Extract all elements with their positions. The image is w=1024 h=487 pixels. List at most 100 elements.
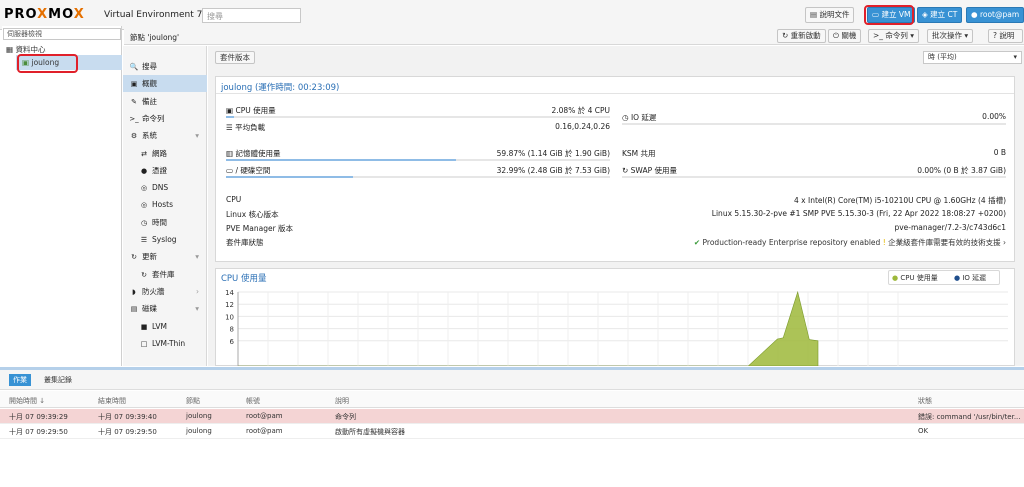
square-icon: ■ xyxy=(140,322,148,331)
menu-item-6[interactable]: ● 憑證 xyxy=(123,162,207,179)
tab-cluster-log[interactable]: 叢集記錄 xyxy=(44,375,72,385)
package-versions-button[interactable]: 套件版本 xyxy=(215,51,255,64)
menu-item-5[interactable]: ⇄ 網路 xyxy=(123,145,207,162)
cpu-model-label: CPU xyxy=(226,195,242,204)
repo-status-label: 套件庫狀態 xyxy=(226,238,264,247)
table-cell: joulong xyxy=(186,427,212,435)
menu-item-9[interactable]: ◷ 時間 xyxy=(123,214,207,231)
reboot-button[interactable]: ↻ 重新啟動 xyxy=(777,29,826,43)
column-header[interactable]: 狀態 xyxy=(918,396,932,406)
column-header[interactable]: 開始時間 ↓ xyxy=(9,396,45,406)
load-label: ☰ 平均負載 xyxy=(226,123,266,132)
menu-item-2[interactable]: ✎ 備註 xyxy=(123,93,207,110)
ksm-value: 0 B xyxy=(993,148,1006,157)
resource-tree-panel xyxy=(2,26,122,366)
square-icon: □ xyxy=(140,339,148,348)
menu-item-4[interactable]: ⚙ 系統 ▾ xyxy=(123,127,207,144)
table-cell: root@pam xyxy=(246,427,283,435)
y-tick-label: 10 xyxy=(225,313,234,321)
terminal-icon: >_ xyxy=(873,31,886,40)
network-icon: ⇄ xyxy=(141,149,147,158)
refresh-icon: ↻ xyxy=(622,166,631,175)
book-icon: ▣ xyxy=(130,80,138,89)
timeframe-select[interactable]: 時 (平均) ▾ xyxy=(923,51,1022,64)
shutdown-button[interactable]: ⏻ 關機 xyxy=(828,29,862,43)
y-tick-label: 14 xyxy=(225,289,234,297)
menu-item-13[interactable]: ◗ 防火牆 › xyxy=(123,283,207,300)
hdd-icon: ▤ xyxy=(130,305,138,314)
legend-item-cpu[interactable]: ● CPU 使用量 xyxy=(892,273,938,283)
table-cell: 十月 07 09:39:40 xyxy=(98,413,157,421)
disk-label: ▭ / 硬碟空間 xyxy=(226,166,271,175)
refresh-icon: ↻ xyxy=(131,253,137,262)
memory-value: 59.87% (1.14 GiB 於 1.90 GiB) xyxy=(496,149,610,158)
y-tick-label: 6 xyxy=(230,338,235,346)
help-button[interactable]: ? 說明 xyxy=(988,29,1023,43)
chevron-right-icon: › xyxy=(1003,238,1006,247)
pve-version-value: pve-manager/7.2-3/c743d6c1 xyxy=(894,223,1006,232)
view-selector[interactable]: 伺服器檢視 xyxy=(3,28,121,40)
highlight-box xyxy=(17,54,78,73)
chevron-down-icon: ▾ xyxy=(195,252,199,262)
shell-button[interactable]: >_ 命令列 ▾ xyxy=(868,29,920,43)
table-cell: 十月 07 09:39:29 xyxy=(9,413,68,421)
table-cell: 錯誤: command '/usr/bin/ter... xyxy=(918,413,1021,421)
globe-icon: ◎ xyxy=(140,201,148,210)
y-tick-label: 8 xyxy=(230,326,234,334)
menu-item-3[interactable]: >_ 命令列 xyxy=(123,110,207,127)
ksm-label: KSM 共用 xyxy=(622,149,656,158)
tasks-icon: ☰ xyxy=(226,123,236,132)
table-cell: 十月 07 09:29:50 xyxy=(9,428,68,436)
table-cell: OK xyxy=(918,427,929,435)
kernel-label: Linux 核心版本 xyxy=(226,210,279,219)
pve-version-label: PVE Manager 版本 xyxy=(226,224,294,233)
cpu-usage-bar xyxy=(226,116,610,118)
column-header[interactable]: 節點 xyxy=(186,396,200,406)
menu-item-11[interactable]: ↻ 更新 ▾ xyxy=(123,248,207,265)
task-table-header xyxy=(0,391,1024,408)
create-ct-button[interactable]: ◈ 建立 CT xyxy=(917,7,963,23)
menu-item-10[interactable]: ☰ Syslog xyxy=(123,231,207,248)
menu-item-8[interactable]: ◎ Hosts xyxy=(123,196,207,213)
repo-status-value[interactable]: ✔ Production-ready Enterprise repository… xyxy=(606,237,1006,248)
warning-icon: ! xyxy=(882,238,886,247)
cpu-model-value: 4 x Intel(R) Core(TM) i5-10210U CPU @ 1.… xyxy=(794,196,1006,205)
column-header[interactable]: 說明 xyxy=(335,396,349,406)
search-icon: 🔍 xyxy=(129,63,139,71)
cube-icon: ◈ xyxy=(922,10,931,19)
certificate-icon: ● xyxy=(140,166,148,175)
bulk-actions-button[interactable]: 批次操作 ▾ xyxy=(927,29,974,43)
menu-item-15[interactable]: ■ LVM xyxy=(123,318,207,335)
docs-button[interactable]: ▤ 說明文件 xyxy=(805,7,855,23)
menu-item-12[interactable]: ↻ 套件庫 xyxy=(123,266,207,283)
menu-item-14[interactable]: ▤ 磁碟 ▾ xyxy=(123,300,207,317)
tab-tasks[interactable]: 作業 xyxy=(9,374,31,386)
swap-bar xyxy=(622,176,1006,178)
gears-icon: ⚙ xyxy=(130,132,138,141)
refresh-icon: ↻ xyxy=(141,270,147,279)
column-header[interactable]: 帳號 xyxy=(246,396,260,406)
io-delay-bar xyxy=(622,123,1006,125)
menu-item-0[interactable]: 🔍 搜尋 xyxy=(123,58,207,75)
menu-item-1[interactable]: ▣ 概觀 xyxy=(123,75,207,93)
check-circle-icon: ✔ xyxy=(693,238,703,247)
clock-icon: ◷ xyxy=(622,113,631,122)
user-menu-button[interactable]: ● root@pam xyxy=(966,7,1024,23)
table-cell: 命令列 xyxy=(335,413,356,421)
chart-title: CPU 使用量 xyxy=(221,274,267,284)
search-input[interactable]: 搜尋 xyxy=(202,8,301,23)
node-title: 節點 'joulong' xyxy=(130,33,180,42)
cpu-usage-value: 2.08% 於 4 CPU xyxy=(551,106,611,115)
menu-item-7[interactable]: ◎ DNS xyxy=(123,179,207,196)
chevron-down-icon: ▾ xyxy=(1013,53,1017,61)
kernel-value: Linux 5.15.30-2-pve #1 SMP PVE 5.15.30-3… xyxy=(711,209,1006,218)
terminal-icon: >_ xyxy=(129,114,139,123)
legend-item-io[interactable]: ● IO 延遲 xyxy=(954,273,986,283)
column-header[interactable]: 結束時間 xyxy=(98,396,126,406)
table-cell: 十月 07 09:29:50 xyxy=(98,428,157,436)
chevron-right-icon: › xyxy=(196,286,199,296)
menu-item-16[interactable]: □ LVM-Thin xyxy=(123,335,207,352)
shield-icon: ◗ xyxy=(132,287,136,296)
y-tick-label: 12 xyxy=(225,301,234,309)
cpu-usage-chart: 14 12 10 8 6 xyxy=(225,289,1008,366)
